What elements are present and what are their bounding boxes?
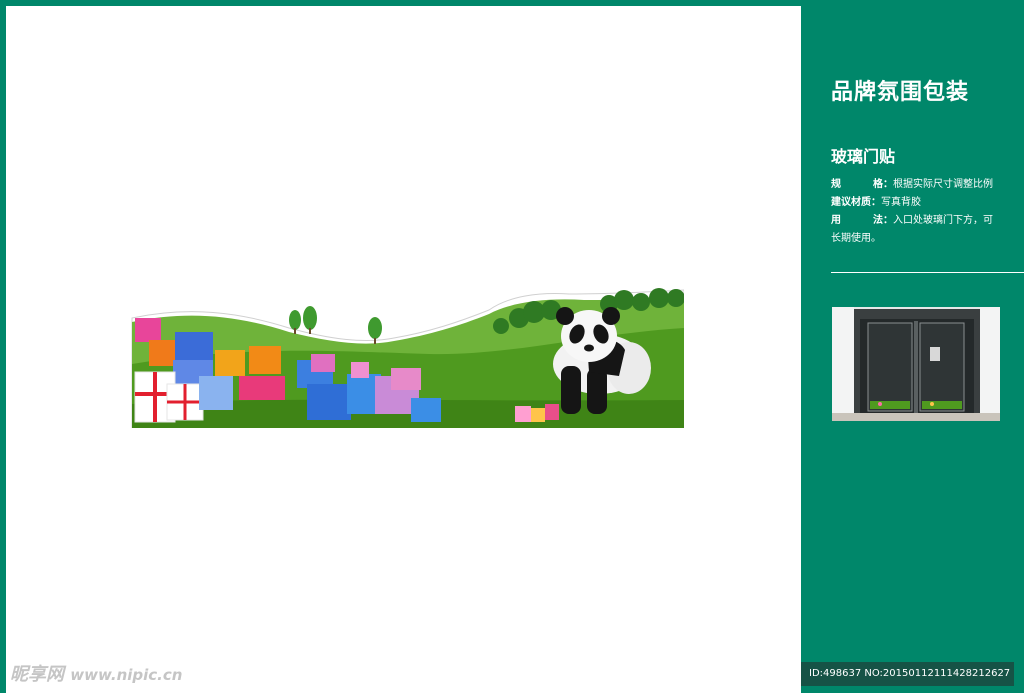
watermark-brand: 昵享网 [10, 664, 64, 685]
spec-label-part: 格 [873, 179, 883, 190]
spec-separator: ： [871, 197, 881, 208]
spec-list: 规 格 ：根据实际尺寸调整比例 建议材质：写真背胶 用 法 ：入口处玻璃门下方，… [831, 176, 999, 248]
spec-value: 根据实际尺寸调整比例 [893, 179, 993, 190]
watermark-url: www.nipic.cn [70, 666, 183, 684]
spec-label-part: 规 [831, 179, 841, 190]
divider [831, 272, 1024, 273]
spec-separator: ： [883, 179, 893, 190]
spec-row-usage: 用 法 ：入口处玻璃门下方，可长期使用。 [831, 212, 999, 248]
spec-row-size: 规 格 ：根据实际尺寸调整比例 [831, 176, 999, 194]
spec-label: 规 格 [831, 176, 883, 194]
glass-door-sticker-banner [131, 288, 684, 428]
spec-label-part: 用 [831, 215, 841, 226]
spec-label: 用 法 [831, 212, 883, 230]
section-title: 玻璃门贴 [831, 147, 896, 166]
watermark: 昵享网 www.nipic.cn [10, 660, 182, 686]
spec-value: 写真背胶 [881, 197, 921, 208]
glass-door-photo [832, 307, 1000, 421]
panel-title: 品牌氛围包装 [831, 80, 970, 105]
spec-label: 建议材质 [831, 197, 871, 208]
spec-label-part: 法 [873, 215, 883, 226]
info-panel: 品牌氛围包装 玻璃门贴 规 格 ：根据实际尺寸调整比例 建议材质：写真背胶 用 … [801, 0, 1024, 693]
spec-separator: ： [883, 215, 893, 226]
artboard [6, 6, 801, 693]
image-id-bar: ID:498637 NO:20150112111428212627 [801, 662, 1014, 686]
spec-row-material: 建议材质：写真背胶 [831, 194, 999, 212]
